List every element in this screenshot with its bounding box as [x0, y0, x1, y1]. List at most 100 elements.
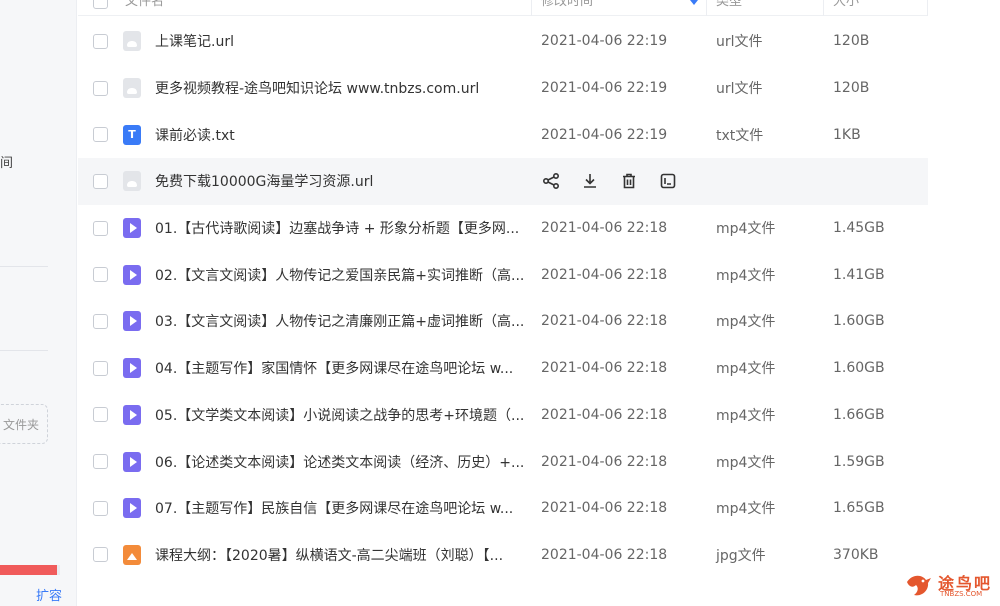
- sidebar-divider: [0, 266, 48, 267]
- video-file-icon: [123, 404, 141, 425]
- file-row[interactable]: 06.【论述类文本阅读】论述类文本阅读（经济、历史）+... 2021-04-06…: [78, 438, 928, 485]
- modified-time: 2021-04-06 22:18: [541, 360, 668, 377]
- file-name[interactable]: 04.【主题写作】家国情怀【更多网课尽在途鸟吧论坛 w...: [155, 358, 525, 378]
- file-size: 1KB: [833, 126, 861, 143]
- row-checkbox[interactable]: [93, 454, 108, 470]
- row-checkbox[interactable]: [93, 267, 108, 283]
- file-type: url文件: [716, 81, 763, 98]
- watermark-subtext: TNBZS.COM: [940, 590, 983, 598]
- column-size-header[interactable]: 大小: [833, 0, 859, 9]
- modified-time: 2021-04-06 22:18: [541, 406, 668, 423]
- row-checkbox[interactable]: [93, 80, 108, 96]
- file-row[interactable]: 更多视频教程-途鸟吧知识论坛 www.tnbzs.com.url 2021-04-…: [78, 65, 928, 112]
- file-size: 370KB: [833, 546, 879, 563]
- txt-file-icon: T: [123, 124, 141, 145]
- bird-logo-icon: [907, 575, 931, 596]
- file-name[interactable]: 更多视频教程-途鸟吧知识论坛 www.tnbzs.com.url: [155, 78, 525, 98]
- sort-desc-icon[interactable]: [690, 0, 698, 5]
- file-list: 上课笔记.url 2021-04-06 22:19 url文件 120B 更多视频教程-…: [78, 18, 928, 578]
- video-file-icon: [123, 498, 141, 519]
- file-size: 1.41GB: [833, 266, 885, 283]
- file-type: mp4文件: [716, 221, 776, 238]
- file-size: 1.60GB: [833, 360, 885, 377]
- modified-time: 2021-04-06 22:18: [541, 546, 668, 563]
- video-file-icon: [123, 311, 141, 332]
- file-name[interactable]: 06.【论述类文本阅读】论述类文本阅读（经济、历史）+...: [155, 452, 525, 472]
- download-icon[interactable]: [580, 171, 600, 191]
- modified-time: 2021-04-06 22:18: [541, 453, 668, 470]
- row-checkbox[interactable]: [93, 33, 108, 49]
- file-name[interactable]: 02.【文言文阅读】人物传记之爱国亲民篇+实词推断（高...: [155, 265, 525, 285]
- file-list-header: 文件名 修改时间 类型 大小: [78, 0, 928, 16]
- file-name[interactable]: 课程大纲：【2020暑】纵横语文-高二尖端班（刘聪）【...: [155, 545, 525, 565]
- file-row[interactable]: 05.【文学类文本阅读】小说阅读之战争的思考+环境题（... 2021-04-06…: [78, 392, 928, 439]
- more-icon[interactable]: [658, 171, 678, 191]
- sidebar: 间 文件夹 扩容: [0, 0, 77, 606]
- file-size: 1.66GB: [833, 406, 885, 423]
- file-row[interactable]: 免费下载10000G海量学习资源.url: [78, 158, 928, 205]
- file-row[interactable]: 课程大纲：【2020暑】纵横语文-高二尖端班（刘聪）【... 2021-04-06…: [78, 532, 928, 579]
- watermark: 途鸟吧 TNBZS.COM: [904, 568, 996, 602]
- column-separator: [823, 0, 824, 16]
- file-size: 1.65GB: [833, 500, 885, 517]
- file-type: mp4文件: [716, 361, 776, 378]
- row-checkbox[interactable]: [93, 360, 108, 376]
- delete-icon[interactable]: [619, 171, 639, 191]
- file-row[interactable]: 04.【主题写作】家国情怀【更多网课尽在途鸟吧论坛 w... 2021-04-06…: [78, 345, 928, 392]
- file-type: mp4文件: [716, 407, 776, 424]
- image-file-icon: [123, 544, 141, 565]
- new-folder-button[interactable]: 文件夹: [0, 404, 48, 444]
- file-row[interactable]: T 课前必读.txt 2021-04-06 22:19 txt文件 1KB: [78, 111, 928, 158]
- modified-time: 2021-04-06 22:18: [541, 220, 668, 237]
- sidebar-divider: [0, 350, 48, 351]
- url-file-icon: [123, 78, 141, 99]
- row-checkbox[interactable]: [93, 407, 108, 423]
- expand-storage-link[interactable]: 扩容: [36, 585, 62, 604]
- file-type: txt文件: [716, 127, 764, 144]
- file-name[interactable]: 课前必读.txt: [155, 125, 525, 145]
- video-file-icon: [123, 264, 141, 285]
- modified-time: 2021-04-06 22:19: [541, 80, 668, 97]
- column-name-header[interactable]: 文件名: [125, 0, 164, 9]
- file-name[interactable]: 05.【文学类文本阅读】小说阅读之战争的思考+环境题（...: [155, 405, 525, 425]
- file-row[interactable]: 03.【文言文阅读】人物传记之清廉刚正篇+虚词推断（高... 2021-04-06…: [78, 298, 928, 345]
- row-checkbox[interactable]: [93, 313, 108, 329]
- column-time-header[interactable]: 修改时间: [541, 0, 593, 9]
- file-name[interactable]: 03.【文言文阅读】人物传记之清廉刚正篇+虚词推断（高...: [155, 311, 525, 331]
- share-icon[interactable]: [541, 171, 561, 191]
- file-row[interactable]: 02.【文言文阅读】人物传记之爱国亲民篇+实词推断（高... 2021-04-06…: [78, 251, 928, 298]
- row-checkbox[interactable]: [93, 127, 108, 143]
- video-file-icon: [123, 451, 141, 472]
- video-file-icon: [123, 218, 141, 239]
- file-name[interactable]: 免费下载10000G海量学习资源.url: [155, 171, 525, 191]
- column-separator: [706, 0, 707, 16]
- url-file-icon: [123, 171, 141, 192]
- sidebar-item-partial[interactable]: 间: [0, 152, 13, 171]
- row-hover-actions: [541, 171, 678, 191]
- file-name[interactable]: 上课笔记.url: [155, 31, 525, 51]
- file-name[interactable]: 01.【古代诗歌阅读】边塞战争诗 + 形象分析题【更多网...: [155, 218, 525, 238]
- row-checkbox[interactable]: [93, 220, 108, 236]
- url-file-icon: [123, 31, 141, 52]
- video-file-icon: [123, 358, 141, 379]
- file-type: url文件: [716, 34, 763, 51]
- file-name[interactable]: 07.【主题写作】民族自信【更多网课尽在途鸟吧论坛 w...: [155, 498, 525, 518]
- file-type: jpg文件: [716, 547, 766, 564]
- modified-time: 2021-04-06 22:19: [541, 33, 668, 50]
- file-row[interactable]: 07.【主题写作】民族自信【更多网课尽在途鸟吧论坛 w... 2021-04-06…: [78, 485, 928, 532]
- file-type: mp4文件: [716, 314, 776, 331]
- new-folder-label: 文件夹: [2, 417, 39, 432]
- storage-quota-fill: [0, 565, 57, 575]
- row-checkbox[interactable]: [93, 500, 108, 516]
- file-size: 1.45GB: [833, 220, 885, 237]
- row-checkbox[interactable]: [93, 547, 108, 563]
- select-all-checkbox[interactable]: [93, 0, 108, 9]
- file-size: 120B: [833, 33, 870, 50]
- column-type-header[interactable]: 类型: [716, 0, 742, 9]
- modified-time: 2021-04-06 22:18: [541, 500, 668, 517]
- column-separator: [927, 0, 928, 16]
- file-row[interactable]: 01.【古代诗歌阅读】边塞战争诗 + 形象分析题【更多网... 2021-04-0…: [78, 205, 928, 252]
- row-checkbox[interactable]: [93, 173, 108, 189]
- column-separator: [531, 0, 532, 16]
- file-row[interactable]: 上课笔记.url 2021-04-06 22:19 url文件 120B: [78, 18, 928, 65]
